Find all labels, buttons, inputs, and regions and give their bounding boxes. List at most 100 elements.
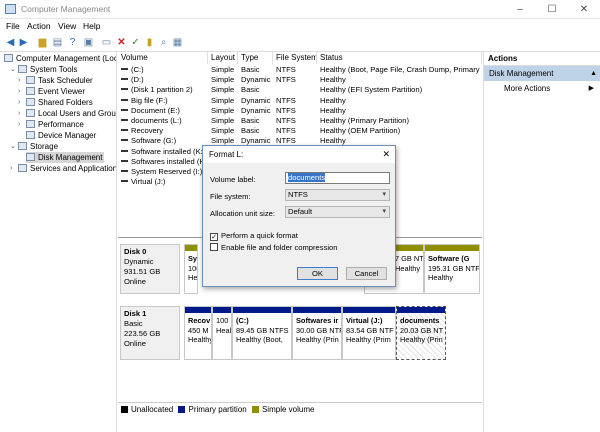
volume-icon xyxy=(121,149,128,152)
console-tree-icon[interactable]: ▦ xyxy=(171,36,184,49)
partition[interactable]: 100Health xyxy=(212,306,232,360)
actions-disk-management[interactable]: Disk Management ▲ xyxy=(484,66,600,81)
chevron-down-icon[interactable]: ⌄ xyxy=(10,141,16,152)
volume-row[interactable]: Document (E:) Simple Dynamic NTFS Healthy xyxy=(118,106,482,116)
column-header-type[interactable]: Type xyxy=(238,52,273,64)
file-system-label: File system: xyxy=(210,192,251,201)
format-dialog: Format L: ✕ Volume label: documents File … xyxy=(202,145,396,287)
file-system-select[interactable]: NTFS ▾ xyxy=(285,189,390,201)
column-header-file-system[interactable]: File System xyxy=(273,52,317,64)
volume-row[interactable]: Recovery Simple Basic NTFS Healthy (OEM Part… xyxy=(118,126,482,136)
search-icon[interactable]: ⌕ xyxy=(157,36,170,49)
quick-format-checkbox[interactable]: ✓ Perform a quick format xyxy=(210,231,298,241)
partition[interactable]: (C:) 89.45 GB NTFS Healthy (Boot, xyxy=(232,306,292,360)
partition-name: Softwares ir xyxy=(296,316,339,325)
partition-size: 195.31 GB NTF xyxy=(428,263,480,273)
tree-item-task-scheduler[interactable]: › Task Scheduler xyxy=(18,75,93,86)
partition-color-bar xyxy=(185,245,197,251)
collapse-icon[interactable]: ▲ xyxy=(590,66,597,81)
chevron-right-icon[interactable]: › xyxy=(18,86,20,97)
volume-file-system: NTFS xyxy=(276,95,296,105)
close-icon[interactable]: ✕ xyxy=(382,146,390,163)
tree-item-disk-management[interactable]: Disk Management xyxy=(26,152,105,163)
partition-color-bar xyxy=(293,307,341,313)
console-icon[interactable]: ▣ xyxy=(82,36,95,49)
checkbox-unchecked-icon[interactable] xyxy=(210,243,218,251)
new-icon[interactable]: ▭ xyxy=(100,36,113,49)
up-folder-icon[interactable]: ▆ xyxy=(36,36,49,49)
disk-info[interactable]: Disk 0 Dynamic 931.51 GB Online xyxy=(120,244,180,294)
menu-help[interactable]: Help xyxy=(83,21,100,31)
dialog-title-bar: Format L: ✕ xyxy=(203,146,395,163)
volume-label-input[interactable]: documents xyxy=(285,172,390,184)
volume-type: Basic xyxy=(241,116,260,125)
forward-icon[interactable]: ▶ xyxy=(17,36,30,49)
compression-checkbox[interactable]: Enable file and folder compression xyxy=(210,243,338,252)
menu-view[interactable]: View xyxy=(58,21,76,31)
partition[interactable]: Virtual (J:) 83.54 GB NTF Healthy (Prim xyxy=(342,306,396,360)
chevron-right-icon[interactable]: › xyxy=(10,163,12,174)
column-header-status[interactable]: Status xyxy=(317,52,482,64)
tree-item-local-users[interactable]: › Local Users and Groups xyxy=(18,108,116,119)
cancel-button[interactable]: Cancel xyxy=(346,267,387,280)
disk-size: 223.56 GB xyxy=(124,329,161,338)
title-bar: Computer Management – ☐ ✕ xyxy=(0,0,600,19)
tree-item-performance[interactable]: › Performance xyxy=(18,119,84,130)
volume-row[interactable]: documents (L:) Simple Basic NTFS Healthy (Pr… xyxy=(118,116,482,126)
tree-item-system-tools[interactable]: ⌄ System Tools xyxy=(10,64,77,75)
tree-item-shared-folders[interactable]: › Shared Folders xyxy=(18,97,93,108)
partition[interactable]: Softwares ir 30.00 GB NTF Healthy (Prin xyxy=(292,306,342,360)
volume-status: Healthy xyxy=(320,75,346,85)
volume-row[interactable]: Big file (F:) Simple Dynamic NTFS Healthy xyxy=(118,96,482,106)
partition-status: He xyxy=(188,273,198,282)
tree-item-services-applications[interactable]: › Services and Applications xyxy=(10,163,116,174)
tree-item-device-manager[interactable]: Device Manager xyxy=(26,130,96,141)
allocation-unit-select[interactable]: Default ▾ xyxy=(285,206,390,218)
chevron-right-icon[interactable]: › xyxy=(18,108,20,119)
properties-icon[interactable]: ▤ xyxy=(51,36,64,49)
partition-selected[interactable]: documents 20.03 GB NT Healthy (Prin xyxy=(396,306,446,360)
volume-icon xyxy=(121,159,128,162)
partition[interactable]: Recov 450 M Healthy xyxy=(184,306,212,360)
volume-icon xyxy=(121,170,128,172)
more-actions[interactable]: More Actions xyxy=(504,83,550,95)
chevron-right-icon[interactable]: › xyxy=(18,75,20,86)
volume-row[interactable]: (C:) Simple Basic NTFS Healthy (Boot, Page F… xyxy=(118,65,482,75)
delete-icon[interactable]: ✕ xyxy=(115,36,128,49)
partition-name: Sy: xyxy=(188,254,198,263)
help-icon[interactable]: ? xyxy=(66,36,79,49)
tree-item-computer-management[interactable]: Computer Management (Local xyxy=(4,53,116,64)
users-icon xyxy=(26,109,35,117)
menu-file[interactable]: File xyxy=(6,21,20,31)
volume-type: Dynamic xyxy=(241,105,271,115)
disk-info[interactable]: Disk 1 Basic 223.56 GB Online xyxy=(120,306,180,360)
maximize-button[interactable]: ☐ xyxy=(536,0,568,19)
volume-icon xyxy=(121,78,128,81)
volume-name: Recovery xyxy=(121,126,208,136)
partition[interactable]: Sy:100He xyxy=(184,244,198,294)
chevron-right-icon[interactable]: › xyxy=(18,119,20,130)
checkmark-icon[interactable]: ✓ xyxy=(129,36,142,49)
disk-row: Disk 1 Basic 223.56 GB Online Recov 450 M… xyxy=(118,304,482,364)
back-icon[interactable]: ◀ xyxy=(4,36,17,49)
volume-row[interactable]: (D:) Simple Dynamic NTFS Healthy xyxy=(118,75,482,85)
partition[interactable]: Software (G 195.31 GB NTF Healthy xyxy=(424,244,480,294)
tree-item-event-viewer[interactable]: › Event Viewer xyxy=(18,86,85,97)
volume-status: Healthy xyxy=(320,105,346,115)
menu-action[interactable]: Action xyxy=(27,21,51,31)
new-icon[interactable]: ▮ xyxy=(143,36,156,49)
checkbox-checked-icon[interactable]: ✓ xyxy=(210,233,218,241)
chevron-right-icon[interactable]: › xyxy=(18,97,20,108)
minimize-button[interactable]: – xyxy=(504,0,536,19)
partition-size: 7 GB NT xyxy=(395,254,424,263)
ok-button[interactable]: OK xyxy=(297,267,338,280)
chevron-down-icon[interactable]: ⌄ xyxy=(10,64,16,75)
volume-row[interactable]: (Disk 1 partition 2) Simple Basic Healthy (… xyxy=(118,85,482,95)
column-header-volume[interactable]: Volume xyxy=(118,52,208,64)
close-button[interactable]: ✕ xyxy=(568,0,600,19)
column-header-layout[interactable]: Layout xyxy=(208,52,238,64)
volume-icon xyxy=(121,139,128,142)
volume-name: (D:) xyxy=(121,75,208,85)
volume-name-text: Big file (F:) xyxy=(131,95,168,105)
tree-item-storage[interactable]: ⌄ Storage xyxy=(10,141,58,152)
